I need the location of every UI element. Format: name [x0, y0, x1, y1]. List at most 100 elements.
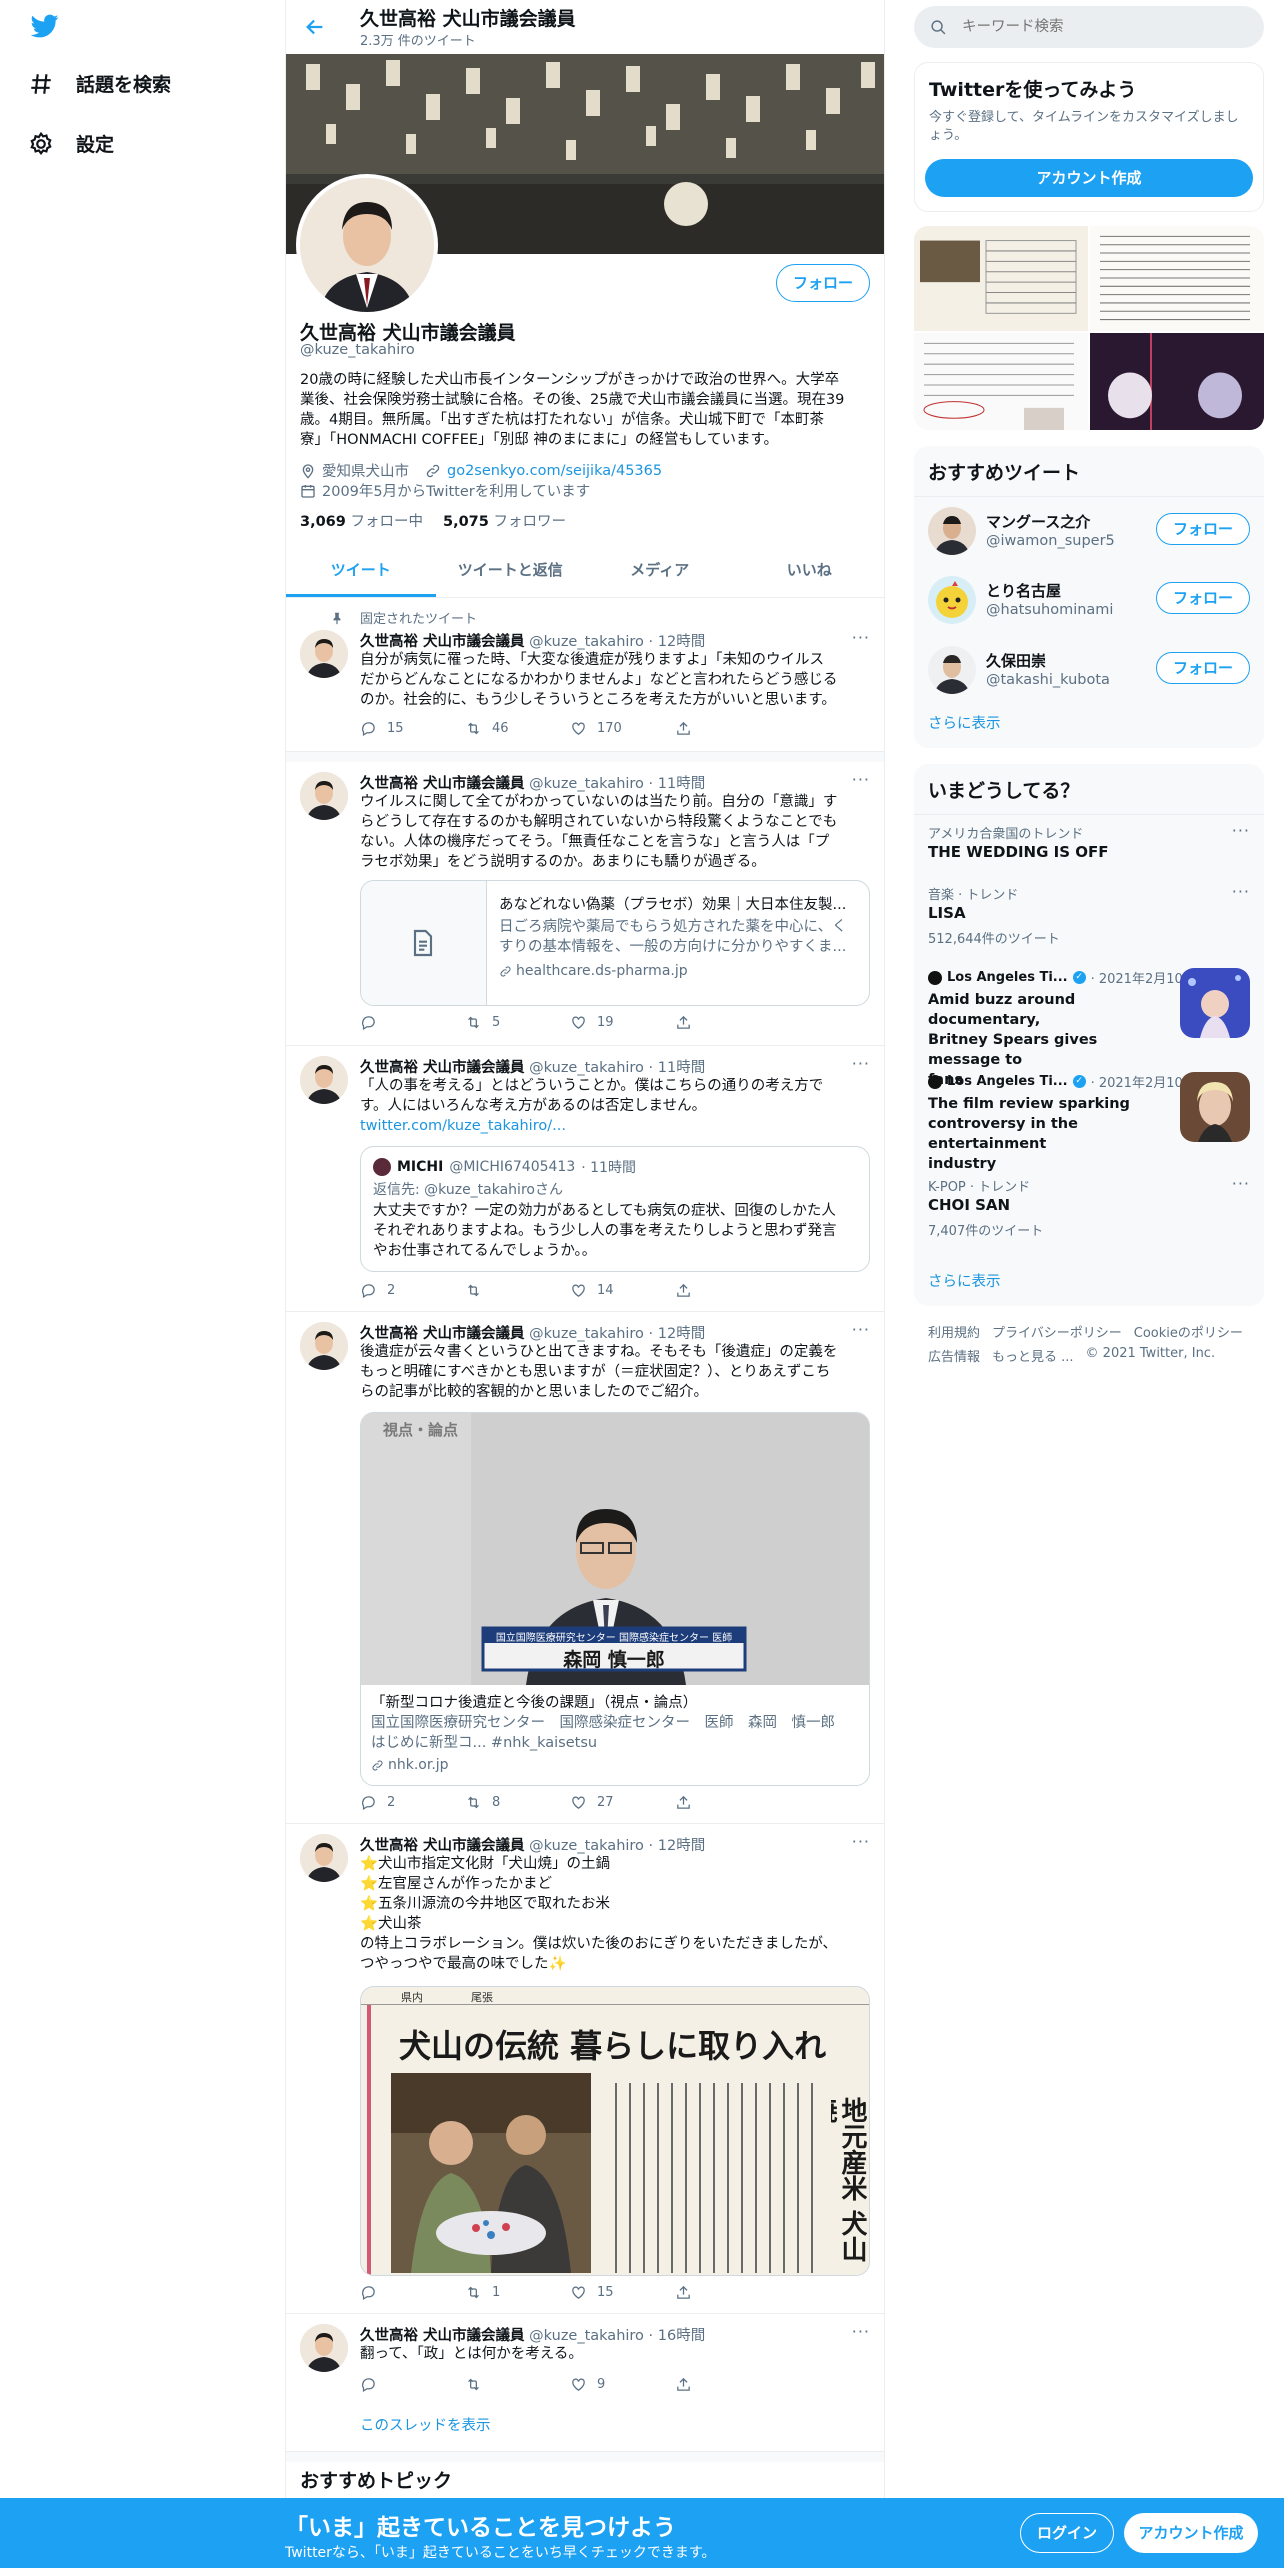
- trend-item[interactable]: アメリカ合衆国のトレンド THE WEDDING IS OFF ···: [914, 814, 1264, 876]
- tweet-author-name[interactable]: 久世高裕 犬山市議会議員: [360, 776, 525, 792]
- share-button[interactable]: [675, 720, 780, 737]
- news-item[interactable]: Los Angeles Ti... ✓ · 2021年2月10日 Amid bu…: [914, 960, 1264, 1088]
- share-button[interactable]: [675, 1794, 780, 1811]
- tweet-avatar[interactable]: [300, 630, 348, 678]
- retweet-button[interactable]: [465, 1282, 570, 1299]
- tweet-author-name[interactable]: 久世高裕 犬山市議会議員: [360, 634, 525, 650]
- media-thumb[interactable]: [1090, 226, 1264, 331]
- share-button[interactable]: [675, 1014, 780, 1031]
- footer-link-terms[interactable]: 利用規約: [928, 1322, 980, 1341]
- login-button[interactable]: ログイン: [1020, 2513, 1114, 2553]
- footer-link-ads[interactable]: 広告情報: [928, 1346, 980, 1365]
- reply-button[interactable]: [360, 1014, 465, 1031]
- tweet-photo[interactable]: 県内 尾張 犬山の伝統 暮らしに取り入れ 地元産米 犬山焼: [360, 1986, 870, 2276]
- who-item[interactable]: マングース之介 @iwamon_super5 フォロー: [914, 496, 1264, 566]
- who-name[interactable]: とり名古屋: [986, 580, 1061, 601]
- tweet-pinned[interactable]: 固定されたツイート 久世高裕 犬山市議会議員 @kuze_takahiro · …: [286, 598, 884, 752]
- tab-likes[interactable]: いいね: [735, 544, 885, 597]
- more-options-icon[interactable]: ···: [852, 770, 870, 789]
- footer-link-cookie[interactable]: Cookieのポリシー: [1134, 1322, 1243, 1341]
- news-item[interactable]: Los Angeles Ti... ✓ · 2021年2月10日 The fil…: [914, 1064, 1264, 1172]
- tweet-avatar[interactable]: [300, 1056, 348, 1104]
- link-card[interactable]: あなどれない偽薬（プラセボ）効果｜大日本住友製... 日ごろ病院や薬局でもらう処…: [360, 880, 870, 1006]
- back-arrow-icon[interactable]: [304, 16, 326, 38]
- more-options-icon[interactable]: ···: [852, 628, 870, 647]
- share-button[interactable]: [675, 2284, 780, 2301]
- tab-tweets-replies[interactable]: ツイートと返信: [436, 544, 586, 597]
- search-input[interactable]: [962, 16, 1242, 38]
- tweet-author-name[interactable]: 久世高裕 犬山市議会議員: [360, 1326, 525, 1342]
- follow-button[interactable]: フォロー: [776, 264, 870, 302]
- who-name[interactable]: 久保田崇: [986, 650, 1046, 671]
- more-options-icon[interactable]: ···: [1232, 882, 1250, 901]
- show-thread-link[interactable]: このスレッドを表示: [360, 2414, 491, 2435]
- tweet-time[interactable]: · 12時間: [649, 1838, 706, 1854]
- tweet-author-name[interactable]: 久世高裕 犬山市議会議員: [360, 1060, 525, 1076]
- like-button[interactable]: 15: [570, 2284, 675, 2301]
- share-button[interactable]: [675, 2376, 780, 2393]
- nav-explore[interactable]: 話題を検索: [28, 70, 171, 97]
- tweet[interactable]: 久世高裕 犬山市議会議員 @kuze_takahiro · 16時間 ··· 翻…: [286, 2314, 884, 2452]
- retweet-button[interactable]: [465, 2376, 570, 2393]
- reply-button[interactable]: 2: [360, 1794, 465, 1811]
- profile-avatar[interactable]: [296, 174, 438, 316]
- tweet[interactable]: 久世高裕 犬山市議会議員 @kuze_takahiro · 11時間 ··· ウ…: [286, 762, 884, 1046]
- tweet-author-name[interactable]: 久世高裕 犬山市議会議員: [360, 2328, 525, 2344]
- create-account-button[interactable]: アカウント作成: [925, 159, 1253, 197]
- tab-tweets[interactable]: ツイート: [286, 544, 436, 597]
- tweet-time[interactable]: · 12時間: [649, 634, 706, 650]
- quote-tweet[interactable]: MICHI @MICHI67405413 · 11時間 返信先: @kuze_t…: [360, 1146, 870, 1272]
- nav-settings[interactable]: 設定: [28, 130, 114, 157]
- reply-button[interactable]: [360, 2284, 465, 2301]
- tweet-avatar[interactable]: [300, 1834, 348, 1882]
- like-button[interactable]: 19: [570, 1014, 675, 1031]
- search-box[interactable]: [914, 6, 1264, 48]
- retweet-button[interactable]: 46: [465, 720, 570, 737]
- tweet[interactable]: 久世高裕 犬山市議会議員 @kuze_takahiro · 12時間 ··· 後…: [286, 1312, 884, 1824]
- tweet-avatar[interactable]: [300, 2324, 348, 2372]
- who-follow-button[interactable]: フォロー: [1156, 652, 1250, 684]
- who-follow-button[interactable]: フォロー: [1156, 513, 1250, 545]
- media-grid[interactable]: [914, 226, 1264, 430]
- followers-stat[interactable]: 5,075 フォロワー: [443, 510, 566, 531]
- more-options-icon[interactable]: ···: [1232, 1174, 1250, 1193]
- tweet-time[interactable]: · 11時間: [649, 1060, 706, 1076]
- tweet-link[interactable]: twitter.com/kuze_takahiro/...: [360, 1116, 870, 1136]
- more-options-icon[interactable]: ···: [1232, 821, 1250, 840]
- who-item[interactable]: とり名古屋 @hatsuhominami フォロー: [914, 566, 1264, 636]
- share-button[interactable]: [675, 1282, 780, 1299]
- more-options-icon[interactable]: ···: [852, 1054, 870, 1073]
- following-stat[interactable]: 3,069 フォロー中: [300, 510, 423, 531]
- tweet-avatar[interactable]: [300, 1322, 348, 1370]
- profile-url-link[interactable]: go2senkyo.com/seijika/45365: [447, 463, 662, 479]
- tweet-author-name[interactable]: 久世高裕 犬山市議会議員: [360, 1838, 525, 1854]
- who-follow-button[interactable]: フォロー: [1156, 582, 1250, 614]
- media-thumb[interactable]: [914, 333, 1088, 430]
- twitter-logo-icon[interactable]: [28, 12, 62, 40]
- media-link-card[interactable]: 視点・論点 国立国際医療研究センター 国際感染症センター 医師 森岡 慎一郎 「…: [360, 1412, 870, 1786]
- trend-item[interactable]: 音楽 · トレンド LISA 512,644件のツイート ···: [914, 876, 1264, 960]
- retweet-button[interactable]: 8: [465, 1794, 570, 1811]
- retweet-button[interactable]: 5: [465, 1014, 570, 1031]
- retweet-button[interactable]: 1: [465, 2284, 570, 2301]
- footer-link-privacy[interactable]: プライバシーポリシー: [992, 1322, 1122, 1341]
- more-options-icon[interactable]: ···: [852, 1320, 870, 1339]
- tweet[interactable]: 久世高裕 犬山市議会議員 @kuze_takahiro · 12時間 ··· ⭐…: [286, 1824, 884, 2314]
- who-name[interactable]: マングース之介: [986, 511, 1090, 532]
- trends-show-more[interactable]: さらに表示: [928, 1270, 1001, 1291]
- tweet[interactable]: 久世高裕 犬山市議会議員 @kuze_takahiro · 11時間 ··· 「…: [286, 1046, 884, 1312]
- like-button[interactable]: 14: [570, 1282, 675, 1299]
- media-thumb[interactable]: [1090, 333, 1264, 430]
- who-show-more[interactable]: さらに表示: [928, 712, 1001, 733]
- more-options-icon[interactable]: ···: [852, 2322, 870, 2341]
- who-item[interactable]: 久保田崇 @takashi_kubota フォロー: [914, 636, 1264, 706]
- reply-button[interactable]: [360, 2376, 465, 2393]
- footer-link-more[interactable]: もっと見る ...: [992, 1346, 1074, 1365]
- bottom-signup-button[interactable]: アカウント作成: [1124, 2513, 1258, 2553]
- trend-item[interactable]: K-POP · トレンド CHOI SAN 7,407件のツイート ···: [914, 1168, 1264, 1252]
- media-thumb[interactable]: [914, 226, 1088, 331]
- like-button[interactable]: 27: [570, 1794, 675, 1811]
- reply-button[interactable]: 15: [360, 720, 465, 737]
- tweet-time[interactable]: · 12時間: [649, 1326, 706, 1342]
- like-button[interactable]: 170: [570, 720, 675, 737]
